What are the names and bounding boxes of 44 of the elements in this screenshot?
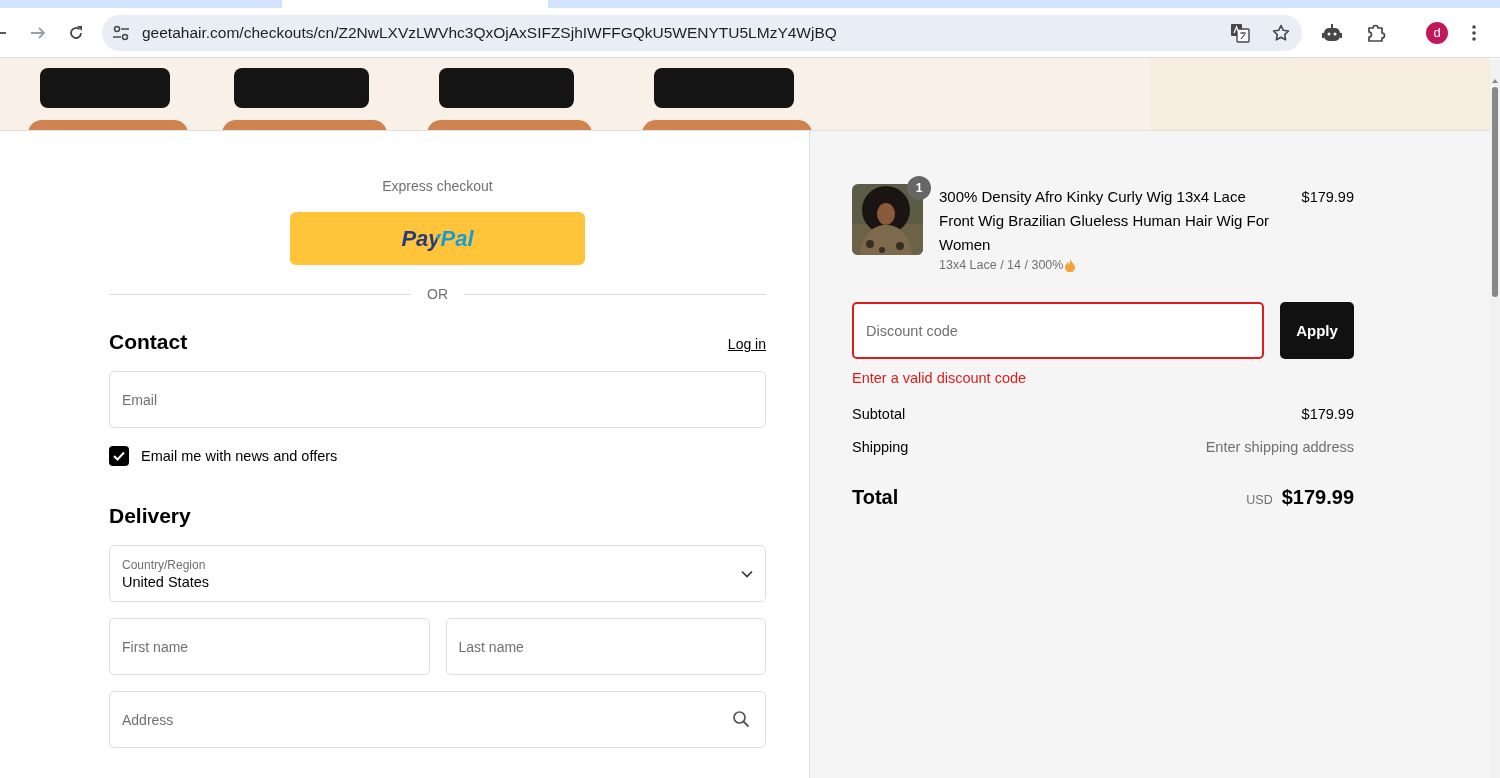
section-heading: Contact <box>109 330 188 354</box>
robot-icon[interactable] <box>1322 23 1342 42</box>
total-label: Total <box>852 486 899 509</box>
extensions-icon[interactable] <box>1366 22 1386 43</box>
subtotal-label: Subtotal <box>852 406 906 422</box>
section-label: Express checkout <box>381 178 494 194</box>
last-name-field[interactable]: Last name <box>445 618 766 675</box>
chevron-down-icon[interactable] <box>741 569 753 578</box>
shipping-label: Shipping <box>852 439 909 455</box>
checkbox[interactable] <box>109 446 129 466</box>
first-name-field[interactable]: First name <box>109 618 430 675</box>
flame-icon <box>1064 258 1077 272</box>
profile-avatar[interactable]: d <box>1426 21 1448 44</box>
error-message: Enter a valid discount code <box>852 370 1028 386</box>
star-icon[interactable] <box>1272 23 1290 42</box>
variant-text: 13x4 Lace / 14 / 300% <box>939 258 1064 272</box>
menu-icon[interactable] <box>1472 24 1476 41</box>
product-title: 300% Density Afro Kinky Curly Wig 13x4 Lace Front Wig Brazilian Glueless Human Hair Wig For Women <box>939 187 1271 255</box>
field-label: Country/Region <box>122 557 207 572</box>
check-icon <box>113 451 125 461</box>
address-field[interactable]: Address <box>109 691 766 748</box>
login-link[interactable]: Log in <box>727 336 766 352</box>
url-text[interactable]: geetahair.com/checkouts/cn/Z2NwLXVzLWVhc3QxOjAxSIFZSjhIWFFGQkU5WENYTU5LMzY4WjBQ <box>142 23 1230 42</box>
shipping-note: Enter shipping address <box>1205 439 1354 455</box>
email-field[interactable]: Email <box>109 371 766 428</box>
subtotal-value: $179.99 <box>1301 406 1354 422</box>
search-icon <box>732 710 750 728</box>
apply-button[interactable]: Apply <box>1280 302 1354 359</box>
translate-icon[interactable] <box>1230 22 1250 43</box>
currency-code: USD <box>1246 493 1273 507</box>
site-settings-icon[interactable] <box>112 24 130 41</box>
paypal-button[interactable]: PayPal <box>290 212 585 265</box>
quantity-badge: 1 <box>907 176 931 200</box>
discount-field[interactable]: Discount code <box>852 302 1264 359</box>
checkbox-label: Email me with news and offers <box>141 448 338 464</box>
address-bar[interactable]: geetahair.com/checkouts/cn/Z2NwLXVzLWVhc3QxOjAxSIFZSjhIWFFGQkU5WENYTU5LMzY4WjBQ <box>102 14 1302 51</box>
reload-icon[interactable] <box>68 24 84 41</box>
field-value: United States <box>122 573 210 590</box>
country-select[interactable]: Country/Region United States <box>109 545 766 602</box>
product-price: $179.99 <box>1301 188 1354 207</box>
forward-arrow-icon[interactable] <box>30 24 46 41</box>
total-value: $179.99 <box>1281 486 1354 509</box>
section-heading: Delivery <box>109 504 192 528</box>
divider-label: OR <box>427 286 448 302</box>
